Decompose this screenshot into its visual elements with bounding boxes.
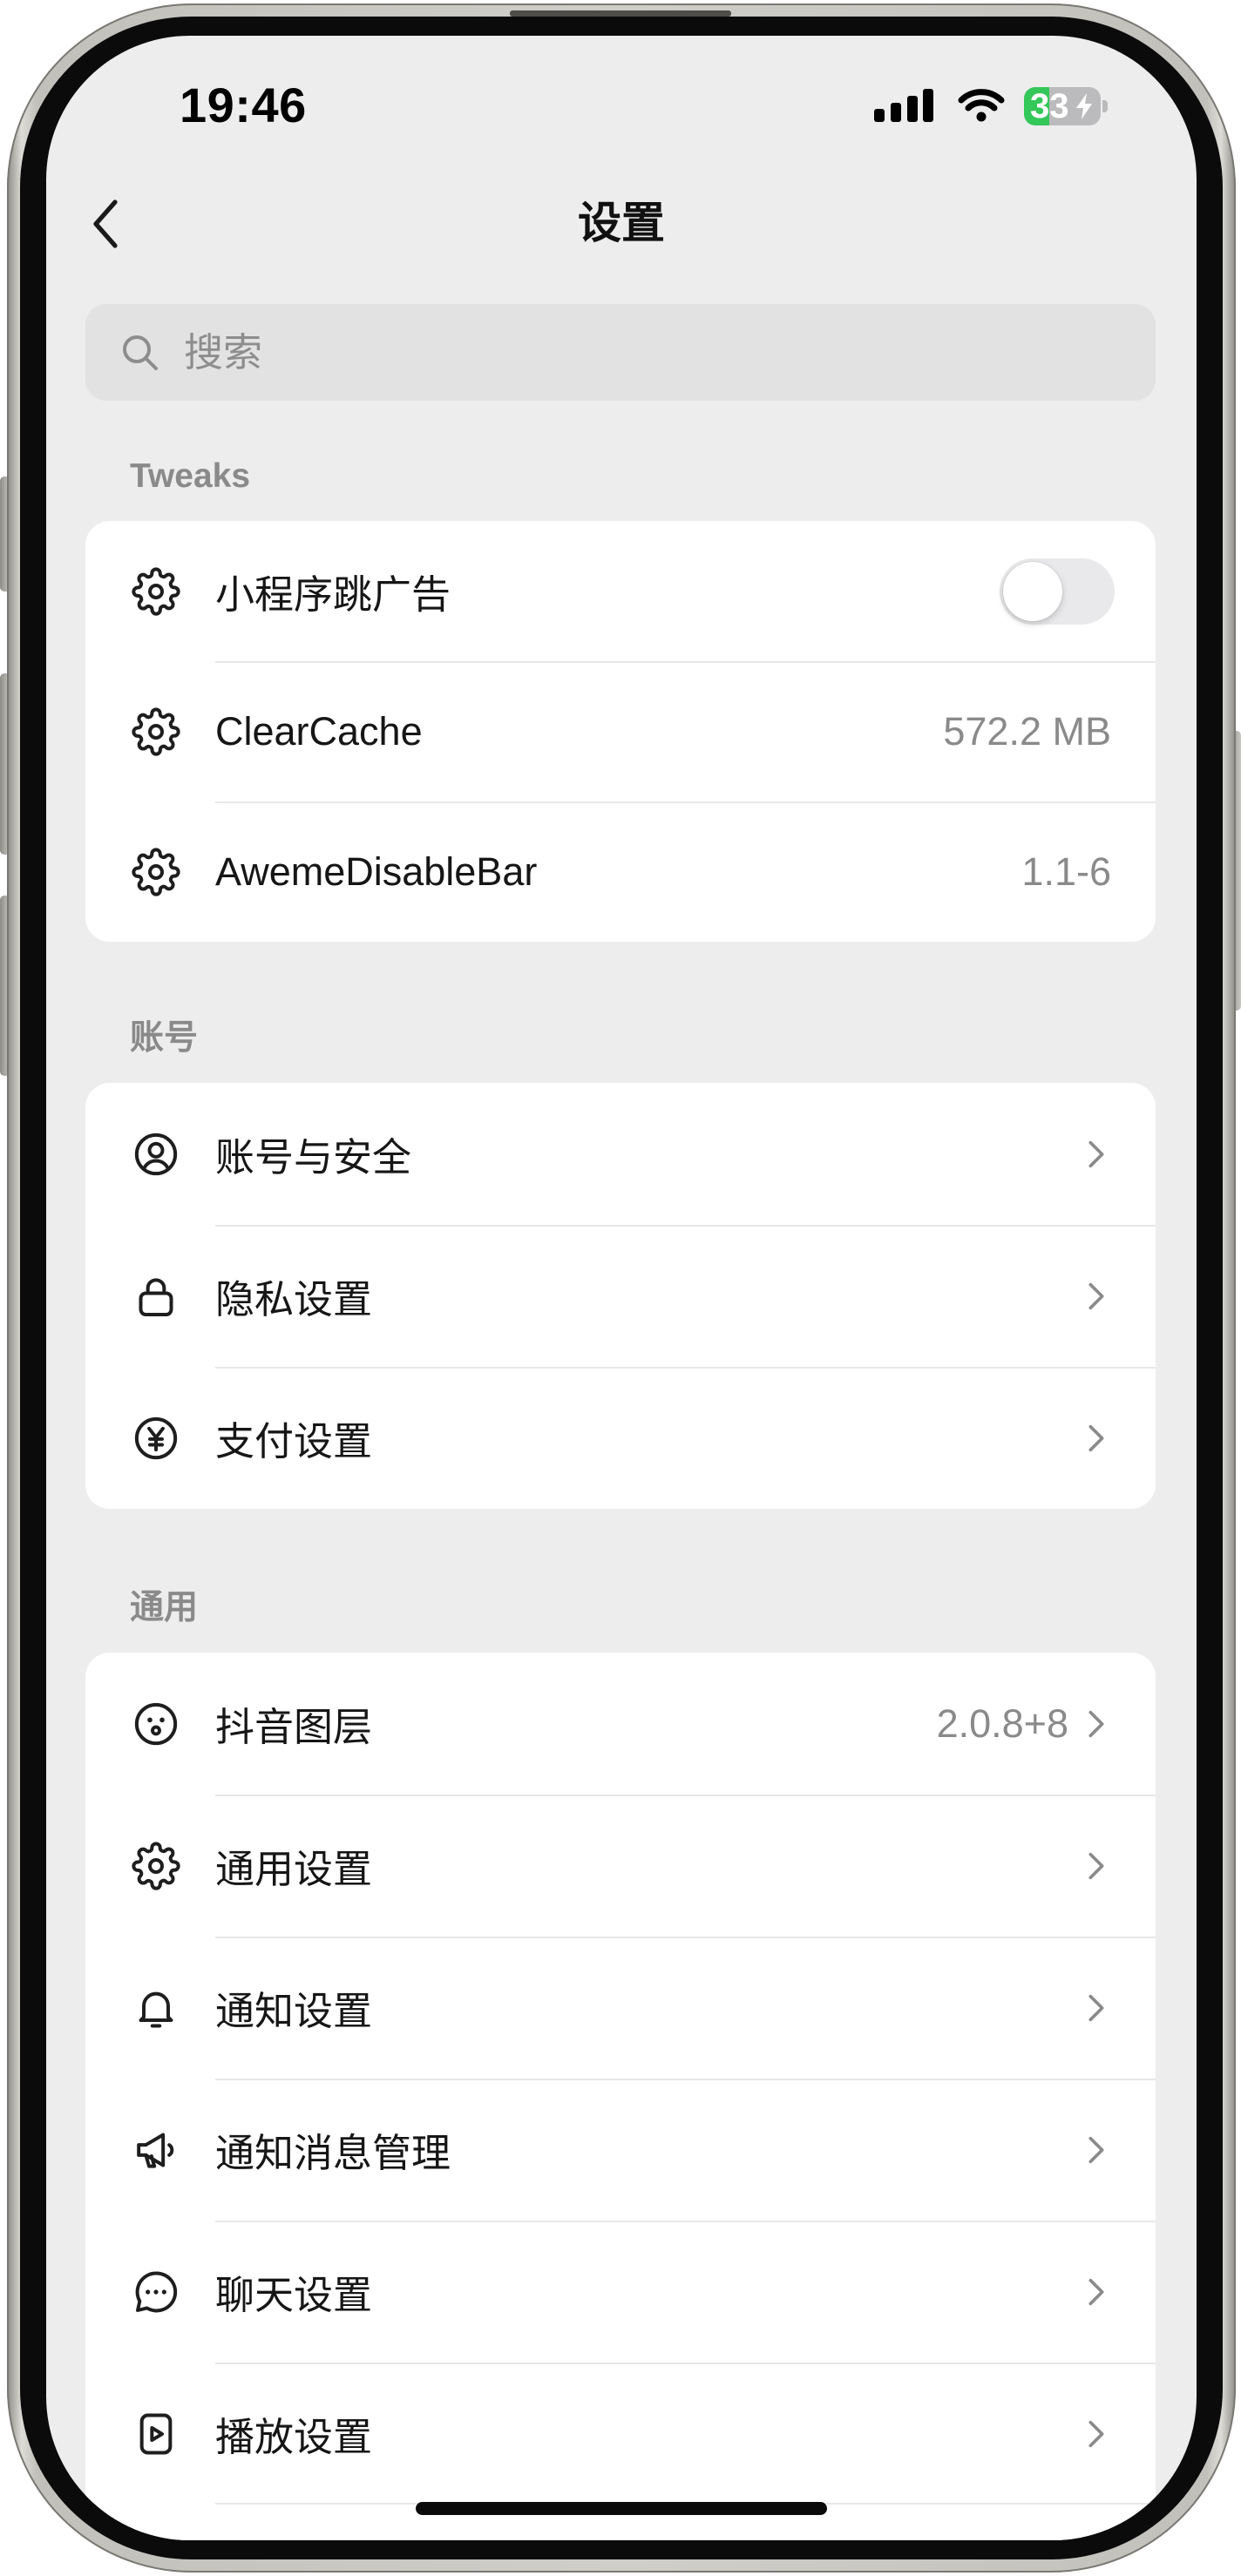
row-general-settings[interactable]: 通用设置 xyxy=(85,1795,1156,1937)
search-icon xyxy=(123,335,158,370)
status-time: 19:46 xyxy=(180,78,307,132)
chevron-right-icon xyxy=(1088,1993,1105,2023)
chevron-right-icon xyxy=(1088,2419,1105,2449)
row-aweme-disable-bar[interactable]: AwemeDisableBar 1.1-6 xyxy=(85,801,1156,942)
gear-icon xyxy=(132,707,180,756)
lock-icon xyxy=(132,1272,180,1321)
chevron-right-icon xyxy=(1088,1851,1105,1881)
row-label: 通知消息管理 xyxy=(215,2131,451,2175)
chevron-right-icon xyxy=(1088,1709,1105,1739)
chevron-right-icon xyxy=(1088,1423,1105,1453)
cellular-signal-icon xyxy=(874,89,933,122)
row-label: 播放设置 xyxy=(215,2415,373,2459)
settings-card-general: 抖音图层 2.0.8+8 通用设置 通知设置 通知消息管理 聊天设置 播放设置 xyxy=(85,1653,1156,2540)
row-label: 抖音图层 xyxy=(215,1705,373,1749)
phone-bezel: 19:46 33 设置 搜索 Tweaks 小程序跳广告 ClearCache … xyxy=(20,17,1223,2559)
section-header-general: 通用 xyxy=(130,1589,199,1626)
mini-program-skip-ad-toggle[interactable] xyxy=(1000,558,1115,625)
user-circle-icon xyxy=(132,1130,180,1179)
row-label: 通知设置 xyxy=(215,1989,373,2033)
battery-cap xyxy=(1102,100,1108,112)
home-indicator[interactable] xyxy=(416,2502,827,2515)
row-notification-message-management[interactable]: 通知消息管理 xyxy=(85,2079,1156,2221)
aweme-disable-bar-version: 1.1-6 xyxy=(1021,849,1111,894)
row-payment-settings[interactable]: 支付设置 xyxy=(85,1367,1156,1509)
section-header-tweaks: Tweaks xyxy=(130,457,251,495)
face-icon xyxy=(132,1700,180,1748)
charging-bolt-icon xyxy=(1076,93,1092,119)
row-label: ClearCache xyxy=(215,708,423,754)
clear-cache-size: 572.2 MB xyxy=(943,708,1111,754)
battery-charging-icon: 33 xyxy=(1024,87,1109,125)
row-label: 通用设置 xyxy=(215,1847,373,1891)
section-header-account: 账号 xyxy=(130,1019,199,1057)
row-label: 小程序跳广告 xyxy=(215,572,451,617)
row-label: 聊天设置 xyxy=(215,2273,373,2317)
yen-circle-icon xyxy=(132,1414,180,1463)
chevron-right-icon xyxy=(1088,2135,1105,2165)
row-account-security[interactable]: 账号与安全 xyxy=(85,1083,1156,1225)
battery-body: 33 xyxy=(1024,87,1101,125)
antenna-band xyxy=(510,10,731,17)
battery-percentage: 33 xyxy=(1030,87,1069,125)
search-bar[interactable] xyxy=(85,304,1156,401)
toggle-knob xyxy=(1003,561,1062,621)
row-label: 账号与安全 xyxy=(215,1135,412,1180)
row-notification-settings[interactable]: 通知设置 xyxy=(85,1937,1156,2079)
gear-icon xyxy=(132,567,180,616)
row-label: 支付设置 xyxy=(215,1419,373,1464)
row-playback-settings[interactable]: 播放设置 xyxy=(85,2363,1156,2505)
row-douyin-layer[interactable]: 抖音图层 2.0.8+8 xyxy=(85,1653,1156,1795)
settings-card-tweaks: 小程序跳广告 ClearCache 572.2 MB AwemeDisableB… xyxy=(85,521,1156,942)
row-clear-cache[interactable]: ClearCache 572.2 MB xyxy=(85,661,1156,801)
play-square-icon xyxy=(132,2410,180,2458)
chevron-right-icon xyxy=(1088,1139,1105,1169)
chevron-right-icon xyxy=(1088,2277,1105,2307)
row-mini-program-skip-ad[interactable]: 小程序跳广告 xyxy=(85,521,1156,661)
page-title: 设置 xyxy=(578,199,665,247)
wifi-icon xyxy=(958,89,1005,122)
phone-frame: 19:46 33 设置 搜索 Tweaks 小程序跳广告 ClearCache … xyxy=(7,3,1236,2573)
screen: 19:46 33 设置 搜索 Tweaks 小程序跳广告 ClearCache … xyxy=(46,36,1197,2540)
chat-bubble-icon xyxy=(132,2268,180,2316)
search-input[interactable] xyxy=(184,304,1125,401)
gear-icon xyxy=(132,848,180,896)
row-label: AwemeDisableBar xyxy=(215,849,538,894)
gear-icon xyxy=(132,1842,180,1890)
megaphone-icon xyxy=(132,2126,180,2174)
bell-icon xyxy=(132,1984,180,2032)
row-chat-settings[interactable]: 聊天设置 xyxy=(85,2221,1156,2363)
row-label: 隐私设置 xyxy=(215,1277,373,1322)
settings-card-account: 账号与安全 隐私设置 支付设置 xyxy=(85,1083,1156,1509)
douyin-layer-version: 2.0.8+8 xyxy=(936,1700,1068,1746)
chevron-right-icon xyxy=(1088,1281,1105,1311)
row-privacy-settings[interactable]: 隐私设置 xyxy=(85,1225,1156,1367)
